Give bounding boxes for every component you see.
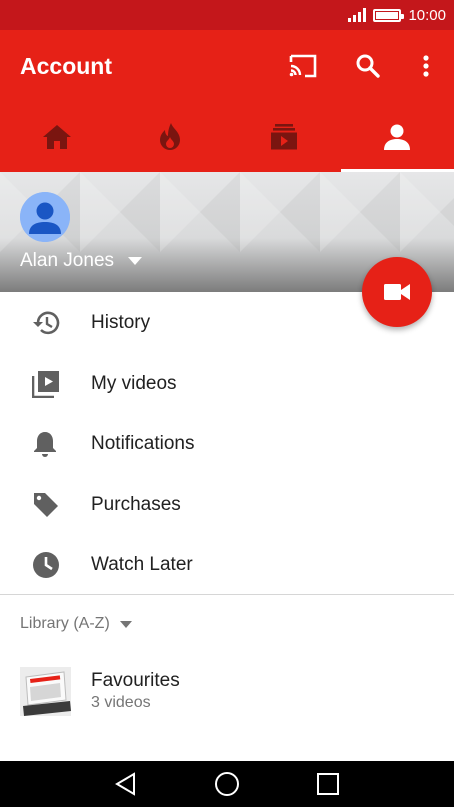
system-nav-bar <box>0 761 454 807</box>
status-time: 10:00 <box>408 6 446 24</box>
video-camera-icon <box>384 284 410 300</box>
menu-item-label: Notifications <box>91 433 195 455</box>
chevron-down-icon <box>119 620 132 628</box>
menu-item-my-videos[interactable]: My videos <box>0 354 454 415</box>
account-name: Alan Jones <box>20 250 115 271</box>
playlist-title: Favourites <box>91 670 180 691</box>
tab-home[interactable] <box>0 102 114 172</box>
menu-item-purchases[interactable]: Purchases <box>0 475 454 536</box>
upload-video-button[interactable] <box>362 257 432 327</box>
menu-item-notifications[interactable]: Notifications <box>0 414 454 475</box>
clock-icon <box>33 552 59 579</box>
my-videos-icon <box>32 370 59 398</box>
home-circle-icon[interactable] <box>214 771 240 797</box>
app-bar: Account <box>0 30 454 102</box>
playlist-count: 3 videos <box>91 694 151 711</box>
trending-icon <box>160 123 181 150</box>
playlist-item[interactable]: Favourites 3 videos <box>20 667 434 717</box>
library-label: Library (A-Z) <box>20 615 110 632</box>
account-menu: History My videos Notifications Purchase… <box>0 293 454 596</box>
chevron-down-icon <box>128 257 143 265</box>
signal-icon <box>348 8 367 22</box>
account-switcher[interactable]: Alan Jones <box>20 250 143 272</box>
playlist-thumbnail <box>20 667 71 716</box>
tab-bar <box>0 102 454 172</box>
menu-item-label: My videos <box>91 372 177 394</box>
status-bar: 10:00 <box>0 0 454 30</box>
divider <box>0 594 454 595</box>
tab-account[interactable] <box>340 102 454 172</box>
more-vert-icon[interactable] <box>411 51 441 81</box>
search-icon[interactable] <box>353 51 383 81</box>
menu-item-label: History <box>91 312 151 334</box>
tab-trending[interactable] <box>114 102 228 172</box>
tab-subscriptions[interactable] <box>227 102 341 172</box>
home-icon <box>42 125 71 149</box>
account-icon <box>384 124 411 150</box>
bell-icon <box>34 432 56 458</box>
cast-icon[interactable] <box>288 51 318 81</box>
page-title: Account <box>20 53 112 79</box>
avatar[interactable] <box>20 192 70 242</box>
battery-icon <box>373 8 405 22</box>
subscriptions-icon <box>270 124 297 150</box>
menu-item-watch-later[interactable]: Watch Later <box>0 535 454 596</box>
avatar-icon <box>20 192 70 242</box>
recents-icon[interactable] <box>315 771 341 797</box>
history-icon <box>33 311 60 335</box>
tag-icon <box>34 492 58 517</box>
menu-item-label: Watch Later <box>91 554 193 576</box>
back-icon[interactable] <box>113 771 139 797</box>
library-sort-dropdown[interactable]: Library (A-Z) <box>20 615 132 633</box>
menu-item-label: Purchases <box>91 493 181 515</box>
